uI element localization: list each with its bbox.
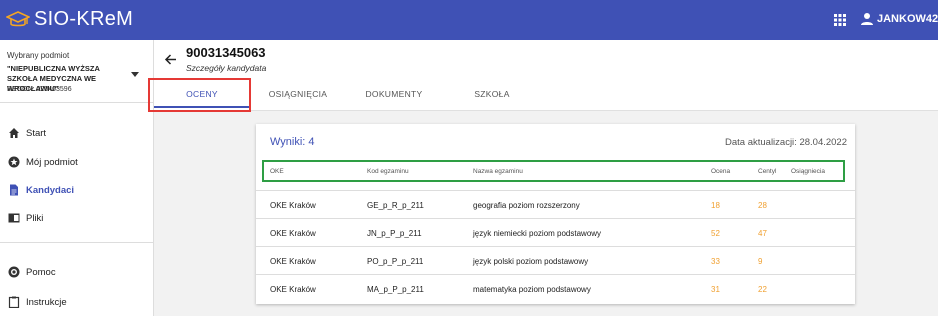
username: JANKOW42 [877,13,938,25]
cell-ocena: 18 [711,201,720,210]
entity-regon: REGON: 020403596 [7,86,72,93]
star-badge-icon [8,156,20,168]
cell-kod: JN_p_P_p_211 [367,229,422,238]
results-card: Wyniki: 4 Data aktualizacji: 28.04.2022 … [256,124,855,304]
divider [0,102,153,103]
cell-nazwa: geografia poziom rozszerzony [473,201,580,210]
home-icon [9,128,19,138]
help-icon [8,266,20,278]
user-menu[interactable]: JANKOW42 [860,12,938,26]
cell-centyl: 9 [758,257,763,266]
highlight-box-tab [148,78,251,112]
cell-nazwa: język niemiecki poziom podstawowy [473,229,602,238]
table-row[interactable]: OKE Kraków PO_p_P_p_211 język polski poz… [256,246,855,275]
files-icon [8,213,20,223]
arrow-back-icon[interactable] [164,53,177,66]
cell-ocena: 31 [711,285,720,294]
chevron-down-icon[interactable] [131,72,139,77]
person-icon [861,13,873,25]
clipboard-icon [8,296,20,308]
apps-grid-icon[interactable] [834,14,846,26]
table-row[interactable]: OKE Kraków GE_p_R_p_211 geografia poziom… [256,190,855,219]
cell-centyl: 22 [758,285,767,294]
sidebar-item-start[interactable]: Start [0,121,153,145]
cell-kod: PO_p_P_p_211 [367,257,424,266]
sidebar-item-label: Pomoc [26,266,56,278]
results-count: Wyniki: 4 [270,136,315,148]
cell-oke: OKE Kraków [270,257,316,266]
sidebar-item-kandydaci[interactable]: Kandydaci [0,178,153,202]
graduation-cap-icon [6,10,30,26]
tab-dokumenty[interactable]: DOKUMENTY [346,80,442,108]
cell-centyl: 47 [758,229,767,238]
sidebar-item-label: Start [26,127,47,139]
sidebar-item-label: Instrukcje [26,296,67,308]
sidebar-item-instrukcje[interactable]: Instrukcje [0,290,153,314]
table-row[interactable]: OKE Kraków JN_p_P_p_211 język niemiecki … [256,218,855,247]
sidebar-item-label: Kandydaci [26,184,75,196]
sidebar-item-pomoc[interactable]: Pomoc [0,260,153,284]
cell-nazwa: matematyka poziom podstawowy [473,285,591,294]
sidebar-item-moj-podmiot[interactable]: Mój podmiot [0,150,153,174]
sidebar-item-label: Pliki [26,212,44,224]
cell-nazwa: język polski poziom podstawowy [473,257,589,266]
table-row[interactable]: OKE Kraków MA_p_P_p_211 matematyka pozio… [256,274,855,303]
cell-oke: OKE Kraków [270,201,316,210]
sidebar: Wybrany podmiot "NIEPUBLICZNA WYŻSZA SZK… [0,40,154,316]
candidate-id: 90031345063 [186,45,266,60]
cell-ocena: 52 [711,229,720,238]
candidate-subtitle: Szczegóły kandydata [186,63,267,73]
document-icon [10,184,18,196]
tab-szkola[interactable]: SZKOŁA [444,80,540,108]
sidebar-item-label: Mój podmiot [26,156,78,168]
cell-oke: OKE Kraków [270,229,316,238]
sidebar-item-pliki[interactable]: Pliki [0,206,153,230]
top-app-bar: SIO-KReM JANKOW42 [0,0,938,40]
entity-label: Wybrany podmiot [7,51,70,60]
update-date: Data aktualizacji: 28.04.2022 [725,137,847,148]
cell-kod: MA_p_P_p_211 [367,285,424,294]
app-title: SIO-KReM [34,8,134,30]
candidate-header: 90031345063 Szczegóły kandydata OCENY OS… [154,40,938,111]
cell-ocena: 33 [711,257,720,266]
highlight-box-header [262,160,845,182]
tab-osiagniecia[interactable]: OSIĄGNIĘCIA [250,80,346,108]
cell-centyl: 28 [758,201,767,210]
cell-kod: GE_p_R_p_211 [367,201,424,210]
brand[interactable]: SIO-KReM [6,8,133,31]
divider [0,242,153,243]
cell-oke: OKE Kraków [270,285,316,294]
